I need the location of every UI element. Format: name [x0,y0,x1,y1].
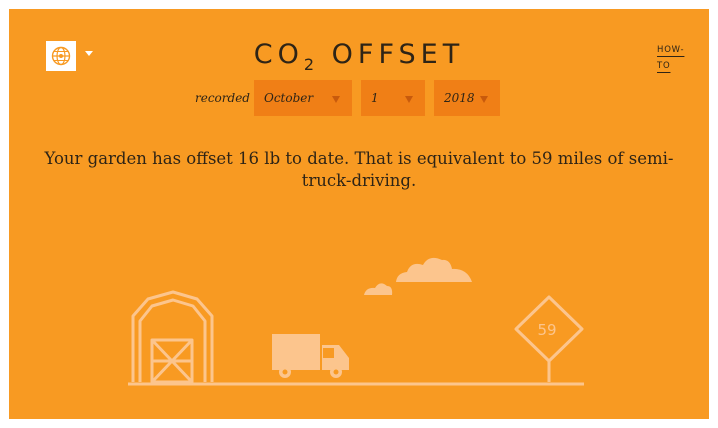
barn-icon [131,290,214,384]
road-sign-value: 59 [537,321,556,339]
road-sign-icon: 59 [514,295,584,382]
illustration: 59 [128,257,584,386]
cloud-icon [364,257,472,295]
truck-icon [272,334,349,378]
app-frame: CO2 OFFSET HOW- TO recorded October 1 20… [9,9,709,419]
